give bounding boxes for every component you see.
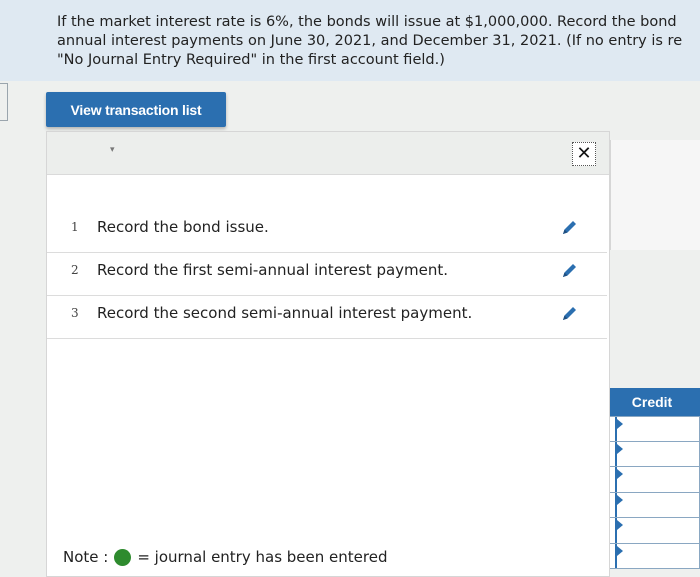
credit-column-header: Credit (604, 388, 700, 416)
transaction-list: 1 Record the bond issue. 2 Record the fi… (47, 210, 607, 339)
transaction-number: 3 (71, 306, 79, 320)
transaction-label: Record the first semi-annual interest pa… (97, 261, 449, 279)
credit-input[interactable] (604, 492, 700, 518)
dropdown-arrow-icon (617, 443, 623, 454)
cursor-mark: ▾ (110, 145, 115, 155)
credit-input[interactable] (604, 518, 700, 544)
close-icon[interactable]: ✕ (572, 142, 596, 166)
dropdown-arrow-icon (617, 494, 623, 505)
instructions-line-3: "No Journal Entry Required" in the first… (57, 52, 445, 68)
dropdown-arrow-icon (617, 520, 623, 530)
dropdown-arrow-icon (617, 419, 623, 429)
pencil-icon[interactable] (559, 261, 579, 281)
transaction-number: 1 (71, 220, 79, 234)
note-label: Note : (63, 548, 109, 566)
credit-input[interactable] (604, 441, 700, 467)
view-transaction-list-button[interactable]: View transaction list (46, 92, 226, 127)
dropdown-arrow-icon (617, 545, 623, 556)
left-tab-handle (0, 83, 8, 121)
transaction-row[interactable]: 1 Record the bond issue. (47, 210, 607, 253)
transaction-label: Record the second semi-annual interest p… (97, 304, 473, 322)
legend-note: Note : = journal entry has been entered (63, 548, 387, 566)
note-text: = journal entry has been entered (137, 548, 388, 566)
credit-column (604, 416, 700, 569)
pencil-icon[interactable] (559, 304, 579, 324)
transaction-number: 2 (71, 263, 79, 277)
credit-input[interactable] (604, 416, 700, 442)
credit-input[interactable] (604, 467, 700, 493)
background-panel (610, 250, 700, 348)
dropdown-arrow-icon (617, 469, 623, 479)
instructions-line-2: annual interest payments on June 30, 202… (57, 33, 683, 49)
transaction-label: Record the bond issue. (97, 218, 269, 236)
background-panel (610, 140, 700, 250)
instructions-panel: If the market interest rate is 6%, the b… (0, 0, 700, 81)
instructions-line-1: If the market interest rate is 6%, the b… (57, 14, 677, 30)
transaction-list-modal: ▾ ✕ 1 Record the bond issue. 2 Record th… (46, 131, 610, 577)
credit-input[interactable] (604, 543, 700, 569)
green-dot-icon (114, 548, 132, 566)
modal-header: ▾ ✕ (47, 132, 609, 175)
pencil-icon[interactable] (559, 218, 579, 238)
transaction-row[interactable]: 3 Record the second semi-annual interest… (47, 296, 607, 339)
transaction-row[interactable]: 2 Record the first semi-annual interest … (47, 253, 607, 296)
